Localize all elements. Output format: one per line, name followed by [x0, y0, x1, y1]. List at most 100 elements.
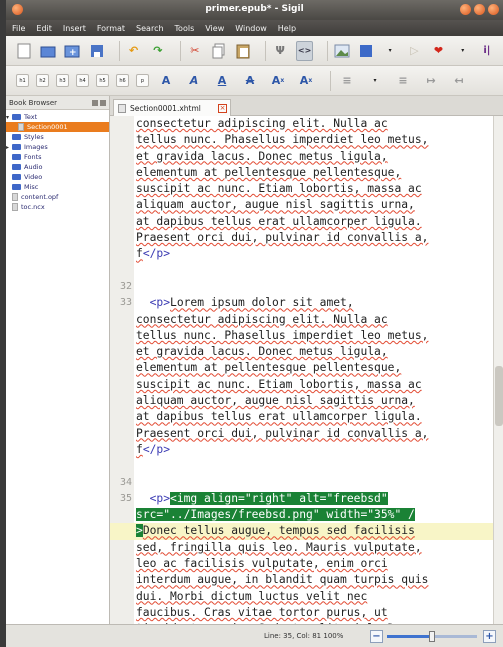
heading-h6-button[interactable]: h6	[116, 74, 129, 87]
cut-icon[interactable]: ✂	[187, 41, 203, 61]
superscript-icon[interactable]: Ax	[296, 71, 316, 91]
zoom-slider[interactable]	[387, 631, 477, 642]
code-line[interactable]	[110, 263, 503, 279]
code-line[interactable]: et gravida lacus. Donec metus ligula,	[110, 149, 503, 165]
tree-item-toc-ncx[interactable]: toc.ncx	[6, 202, 109, 212]
code-view-icon[interactable]: <>	[296, 40, 313, 61]
code-line[interactable]: leo ac facilisis vulputate, enim orci	[110, 556, 503, 572]
undo-icon[interactable]: ↶	[126, 41, 142, 61]
close-button[interactable]	[488, 4, 499, 15]
align-justify-icon[interactable]: ≡	[337, 71, 357, 91]
heading-h1-button[interactable]: h1	[16, 74, 29, 87]
indent-icon[interactable]: ↦	[421, 71, 441, 91]
code-line[interactable]: >Donec tellus augue, tempus sed facilisi…	[110, 523, 503, 540]
tab-section0001[interactable]: Section0001.xhtml ×	[113, 99, 231, 116]
tree-item-section0001[interactable]: Section0001	[6, 122, 109, 132]
code-line[interactable]: Praesent orci dui, pulvinar id convallis…	[110, 230, 503, 246]
code-line[interactable]: consectetur adipiscing elit. Nulla ac	[110, 116, 503, 132]
code-line[interactable]: sed, fringilla quis leo. Mauris vulputat…	[110, 540, 503, 556]
list-icon[interactable]: ≡	[393, 71, 413, 91]
heading-h4-button[interactable]: h4	[76, 74, 89, 87]
menu-window[interactable]: Window	[235, 24, 267, 33]
maximize-button[interactable]	[474, 4, 485, 15]
tree-item-fonts[interactable]: Fonts	[6, 152, 109, 162]
code-line[interactable]: elementum at pellentesque pellentesque,	[110, 360, 503, 376]
tree-item-text[interactable]: ▾ Text	[6, 112, 109, 122]
tree-item-images[interactable]: ▸ Images	[6, 142, 109, 152]
code-line[interactable]: tellus nunc. Phasellus imperdiet leo met…	[110, 328, 503, 344]
new-file-icon[interactable]	[16, 41, 32, 61]
float-panel-icon[interactable]	[92, 99, 98, 106]
heading-h2-button[interactable]: h2	[36, 74, 49, 87]
menu-help[interactable]: Help	[278, 24, 296, 33]
zoom-slider-handle[interactable]	[429, 631, 435, 642]
minimize-button[interactable]	[460, 4, 471, 15]
code-line[interactable]: tellus nunc. Phasellus imperdiet leo met…	[110, 132, 503, 148]
code-line[interactable]: aliquam auctor, augue nisl sagittis urna…	[110, 393, 503, 409]
redo-icon[interactable]: ↷	[150, 41, 166, 61]
vertical-scrollbar[interactable]	[493, 116, 503, 624]
bold-icon[interactable]: A	[156, 71, 176, 91]
tree-item-misc[interactable]: Misc	[6, 182, 109, 192]
code-line[interactable]	[110, 458, 503, 474]
copy-icon[interactable]	[211, 41, 227, 61]
code-line[interactable]: interdum augue, in blandit quam turpis q…	[110, 572, 503, 588]
outdent-icon[interactable]: ↤	[449, 71, 469, 91]
paste-icon[interactable]	[235, 41, 251, 61]
menu-view[interactable]: View	[205, 24, 224, 33]
add-file-icon[interactable]: +	[64, 41, 80, 61]
subscript-icon[interactable]: Ax	[268, 71, 288, 91]
strikethrough-icon[interactable]: A	[240, 71, 260, 91]
zoom-in-button[interactable]: +	[483, 630, 496, 643]
book-view-icon[interactable]: Ψ	[272, 41, 288, 61]
metadata-icon[interactable]: ▷	[406, 41, 422, 61]
heading-h5-button[interactable]: h5	[96, 74, 109, 87]
save-icon[interactable]	[89, 41, 105, 61]
scrollbar-thumb[interactable]	[495, 366, 503, 426]
menu-insert[interactable]: Insert	[63, 24, 86, 33]
code-line[interactable]: at dapibus tellus erat ullamcorper ligul…	[110, 409, 503, 425]
menu-file[interactable]: File	[12, 24, 25, 33]
text-direction-icon[interactable]: i|	[479, 41, 495, 61]
code-line[interactable]: 32	[110, 279, 503, 295]
paragraph-button[interactable]: p	[136, 74, 149, 87]
split-icon[interactable]	[358, 41, 374, 61]
menu-search[interactable]: Search	[136, 24, 163, 33]
code-line[interactable]: f</p>	[110, 442, 503, 458]
code-line[interactable]: aliquam auctor, augue nisl sagittis urna…	[110, 197, 503, 213]
code-line[interactable]: 33 <p>Lorem ipsum dolor sit amet,	[110, 295, 503, 311]
code-line[interactable]: elementum at pellentesque pellentesque,	[110, 165, 503, 181]
image-insert-icon[interactable]	[334, 41, 350, 61]
tree-item-styles[interactable]: Styles	[6, 132, 109, 142]
close-panel-icon[interactable]	[100, 99, 106, 106]
code-line[interactable]: f</p>	[110, 246, 503, 262]
code-line[interactable]: dui. Morbi dictum luctus velit nec	[110, 589, 503, 605]
code-line[interactable]: src="../Images/freebsd.png" width="35%" …	[110, 507, 503, 523]
code-line[interactable]: Praesent orci dui, pulvinar id convallis…	[110, 426, 503, 442]
open-folder-icon[interactable]	[40, 41, 56, 61]
code-line[interactable]: consectetur adipiscing elit. Nulla ac	[110, 312, 503, 328]
dropdown-arrow-icon[interactable]: ▾	[365, 71, 385, 91]
heart-icon[interactable]: ❤	[430, 41, 446, 61]
tree-item-audio[interactable]: Audio	[6, 162, 109, 172]
code-lines[interactable]: consectetur adipiscing elit. Nulla ac tel…	[110, 116, 503, 624]
tree-item-content-opf[interactable]: content.opf	[6, 192, 109, 202]
heading-h3-button[interactable]: h3	[56, 74, 69, 87]
menu-tools[interactable]: Tools	[175, 24, 195, 33]
menu-format[interactable]: Format	[97, 24, 125, 33]
zoom-out-button[interactable]: −	[370, 630, 383, 643]
code-line[interactable]: 34	[110, 475, 503, 491]
close-tab-icon[interactable]: ×	[218, 103, 227, 113]
code-editor[interactable]: consectetur adipiscing elit. Nulla ac tel…	[110, 116, 503, 624]
menu-edit[interactable]: Edit	[36, 24, 52, 33]
italic-icon[interactable]: A	[184, 71, 204, 91]
dropdown-arrow-icon[interactable]: ▾	[382, 41, 398, 61]
dropdown-arrow-icon[interactable]: ▾	[455, 41, 471, 61]
code-line[interactable]: suscipit ac nunc. Etiam lobortis, massa …	[110, 377, 503, 393]
code-line[interactable]: et gravida lacus. Donec metus ligula,	[110, 344, 503, 360]
tree-item-video[interactable]: Video	[6, 172, 109, 182]
underline-icon[interactable]: A	[212, 71, 232, 91]
code-line[interactable]: suscipit ac nunc. Etiam lobortis, massa …	[110, 181, 503, 197]
code-line[interactable]: at dapibus tellus erat ullamcorper ligul…	[110, 214, 503, 230]
code-line[interactable]: 35 <p><img align="right" alt="freebsd"	[110, 491, 503, 507]
